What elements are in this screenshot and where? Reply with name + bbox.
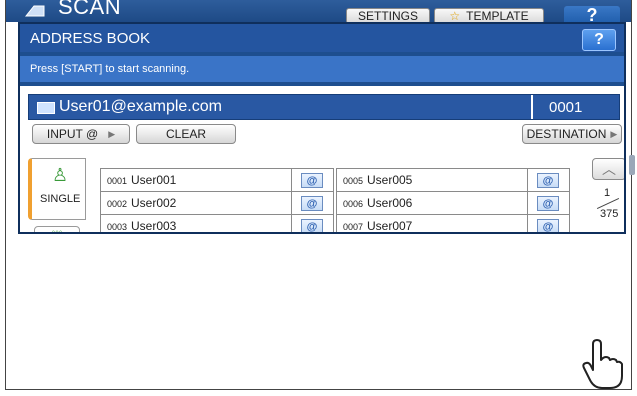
clear-button[interactable]: CLEAR bbox=[136, 124, 236, 144]
entry-number: 0005 bbox=[343, 176, 364, 186]
chevron-right-icon: ▶ bbox=[108, 128, 116, 139]
scroll-up-button[interactable]: ︿ bbox=[592, 158, 624, 180]
entry-name: User006 bbox=[367, 196, 413, 210]
scan-title: SCAN bbox=[58, 0, 122, 19]
divider bbox=[527, 192, 528, 214]
entry-number: 0007 bbox=[343, 222, 364, 232]
email-icon[interactable]: @ bbox=[537, 173, 559, 188]
email-icon[interactable]: @ bbox=[537, 219, 559, 232]
clear-label: CLEAR bbox=[165, 127, 206, 141]
total-pages: 375 bbox=[600, 208, 619, 220]
divider bbox=[531, 95, 533, 119]
dialog-title-bar: ADDRESS BOOK ? bbox=[20, 24, 624, 52]
email-icon[interactable]: @ bbox=[301, 219, 323, 232]
divider bbox=[291, 192, 292, 214]
entry-name: User005 bbox=[367, 173, 413, 187]
divider bbox=[291, 169, 292, 191]
destination-count: 0001 bbox=[549, 99, 583, 116]
settings-label: SETTINGS bbox=[357, 9, 418, 23]
star-icon: ☆ bbox=[449, 9, 461, 23]
address-entry-0006[interactable]: 0006 User006 @ bbox=[336, 191, 570, 215]
entry-name: User002 bbox=[131, 196, 177, 210]
divider bbox=[527, 215, 528, 232]
email-icon[interactable]: @ bbox=[537, 196, 559, 211]
entry-name: User003 bbox=[131, 219, 177, 233]
status-message: Press [START] to start scanning. bbox=[20, 56, 624, 82]
dialog-help-button[interactable]: ? bbox=[582, 29, 616, 51]
chevron-up-icon: ︿ bbox=[602, 161, 616, 177]
tab-single-label: SINGLE bbox=[40, 193, 81, 205]
email-icon[interactable]: @ bbox=[301, 173, 323, 188]
address-entry-0002[interactable]: 0002 User002 @ bbox=[100, 191, 334, 215]
input-email-label: INPUT @ bbox=[46, 127, 99, 141]
tab-group[interactable]: ◦◦◦ bbox=[34, 226, 80, 232]
side-handle[interactable] bbox=[629, 155, 635, 175]
hand-pointer-icon bbox=[582, 339, 623, 389]
template-label: TEMPLATE bbox=[466, 9, 529, 23]
entry-name: User007 bbox=[367, 219, 413, 233]
address-entry-0003[interactable]: 0003 User003 @ bbox=[100, 214, 334, 233]
input-email-button[interactable]: INPUT @ ▶ bbox=[32, 124, 130, 144]
tab-single[interactable]: ♙ SINGLE bbox=[28, 158, 86, 220]
destination-label: DESTINATION bbox=[526, 127, 607, 141]
person-icon: ♙ bbox=[52, 165, 69, 185]
current-page: 1 bbox=[604, 187, 611, 199]
entry-number: 0001 bbox=[107, 176, 128, 186]
email-icon[interactable]: @ bbox=[301, 196, 323, 211]
entry-number: 0002 bbox=[107, 199, 128, 209]
destination-email: User01@example.com bbox=[59, 98, 222, 115]
entry-number: 0006 bbox=[343, 199, 364, 209]
dialog-content: User01@example.com 0001 INPUT @ ▶ CLEAR … bbox=[20, 86, 624, 233]
mail-icon bbox=[37, 102, 55, 114]
address-entry-0001[interactable]: 0001 User001 @ bbox=[100, 168, 334, 192]
address-entry-0007[interactable]: 0007 User007 @ bbox=[336, 214, 570, 233]
divider bbox=[291, 215, 292, 232]
address-entry-0005[interactable]: 0005 User005 @ bbox=[336, 168, 570, 192]
scan-icon bbox=[24, 5, 45, 17]
dialog-title: ADDRESS BOOK bbox=[30, 30, 151, 47]
destination-button[interactable]: DESTINATION ▶ bbox=[522, 124, 622, 144]
divider bbox=[527, 169, 528, 191]
chevron-right-icon: ▶ bbox=[610, 128, 618, 139]
entry-number: 0003 bbox=[107, 222, 128, 232]
address-book-dialog: ADDRESS BOOK ? Press [START] to start sc… bbox=[18, 22, 626, 234]
destination-bar[interactable]: User01@example.com 0001 bbox=[28, 94, 620, 120]
entry-name: User001 bbox=[131, 173, 177, 187]
